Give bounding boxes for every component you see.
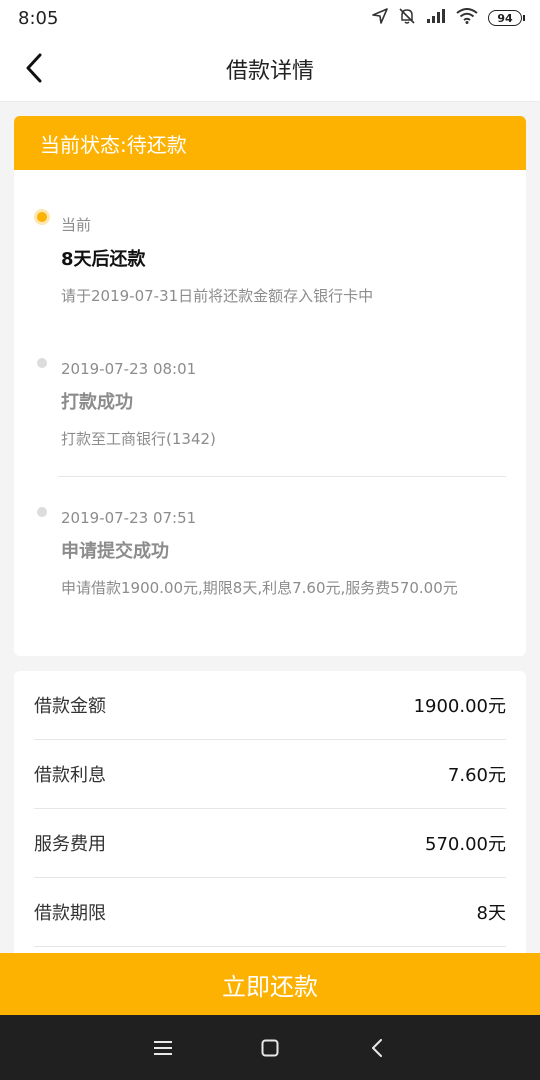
status-timeline: 当前 8天后还款 请于2019-07-31日前将还款金额存入银行卡中 2019-… <box>14 170 526 599</box>
top-app-bar: 借款详情 <box>0 36 540 102</box>
detail-value: 1900.00元 <box>413 696 506 717</box>
timeline-time: 当前 <box>61 216 92 234</box>
detail-value: 7.60元 <box>447 765 506 786</box>
timeline-title: 打款成功 <box>61 392 133 413</box>
timeline-dot-icon <box>37 507 47 517</box>
nav-back-icon[interactable] <box>357 1028 397 1068</box>
timeline-desc: 申请借款1900.00元,期限8天,利息7.60元,服务费570.00元 <box>61 579 458 597</box>
timeline-title: 8天后还款 <box>61 249 146 270</box>
timeline-desc: 打款至工商银行(1342) <box>61 430 216 448</box>
detail-row-interest: 借款利息 7.60元 <box>34 740 506 809</box>
bell-off-icon <box>398 7 416 30</box>
location-arrow-icon <box>372 7 388 29</box>
system-nav-bar <box>0 1015 540 1080</box>
battery-icon: 94 <box>488 10 525 26</box>
timeline-dot-icon <box>37 358 47 368</box>
timeline-dot-active-icon <box>37 212 47 222</box>
detail-row-term: 借款期限 8天 <box>34 878 506 947</box>
signal-icon <box>426 8 446 29</box>
repay-now-button[interactable]: 立即还款 <box>0 953 540 1015</box>
page-title: 借款详情 <box>225 58 314 84</box>
detail-value: 8天 <box>476 903 506 924</box>
status-icons: 94 <box>372 7 525 30</box>
timeline-item: 2019-07-23 07:51 申请提交成功 申请借款1900.00元,期限8… <box>37 477 496 599</box>
timeline-time: 2019-07-23 07:51 <box>61 509 197 527</box>
chevron-left-icon <box>24 53 44 87</box>
menu-icon[interactable] <box>143 1028 183 1068</box>
status-banner: 当前状态:待还款 <box>14 116 526 170</box>
status-bar: 8:05 94 <box>0 0 540 36</box>
detail-row-service-fee: 服务费用 570.00元 <box>34 809 506 878</box>
detail-value: 570.00元 <box>425 834 506 855</box>
timeline-title: 申请提交成功 <box>61 541 169 562</box>
status-time: 8:05 <box>18 7 59 29</box>
back-button[interactable] <box>14 50 54 90</box>
detail-label: 服务费用 <box>34 834 106 855</box>
loan-details-card: 借款金额 1900.00元 借款利息 7.60元 服务费用 570.00元 借款… <box>14 671 526 961</box>
detail-label: 借款期限 <box>34 903 106 924</box>
timeline-desc: 请于2019-07-31日前将还款金额存入银行卡中 <box>61 287 374 305</box>
loan-status-card: 当前状态:待还款 当前 8天后还款 请于2019-07-31日前将还款金额存入银… <box>14 116 526 656</box>
home-square-icon[interactable] <box>250 1028 290 1068</box>
detail-label: 借款利息 <box>34 765 106 786</box>
detail-label: 借款金额 <box>34 696 106 717</box>
timeline-item: 2019-07-23 08:01 打款成功 打款至工商银行(1342) <box>37 328 496 476</box>
timeline-time: 2019-07-23 08:01 <box>61 360 197 378</box>
wifi-icon <box>456 7 478 29</box>
detail-row-amount: 借款金额 1900.00元 <box>34 671 506 740</box>
timeline-item: 当前 8天后还款 请于2019-07-31日前将还款金额存入银行卡中 <box>37 170 496 328</box>
